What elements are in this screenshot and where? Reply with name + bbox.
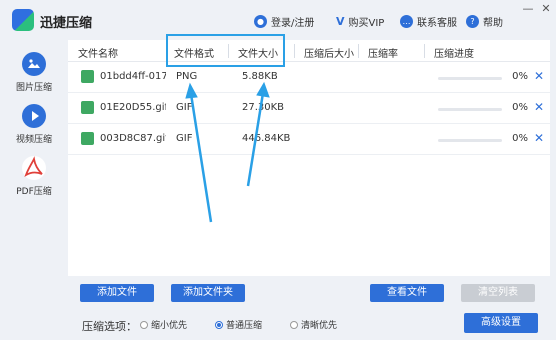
radio-indicator bbox=[140, 320, 148, 329]
radio-indicator bbox=[290, 320, 298, 329]
radio-indicator bbox=[215, 320, 223, 329]
radio-clarity-first[interactable]: 清晰优先 bbox=[290, 318, 337, 331]
add-file-button[interactable]: 添加文件 bbox=[80, 284, 154, 302]
annotation-arrow bbox=[246, 92, 265, 187]
arrow-head bbox=[256, 81, 270, 98]
radio-label: 缩小优先 bbox=[151, 321, 188, 331]
advanced-settings-button[interactable]: 高级设置 bbox=[464, 313, 538, 333]
arrow-head bbox=[185, 82, 198, 99]
radio-normal-compress[interactable]: 普通压缩 bbox=[215, 318, 262, 331]
add-folder-button[interactable]: 添加文件夹 bbox=[171, 284, 245, 302]
view-file-button[interactable]: 查看文件 bbox=[370, 284, 444, 302]
clear-list-button[interactable]: 清空列表 bbox=[461, 284, 535, 302]
radio-shrink-first[interactable]: 缩小优先 bbox=[140, 318, 187, 331]
radio-label: 清晰优先 bbox=[301, 321, 338, 331]
annotation-arrow bbox=[189, 93, 213, 223]
radio-label: 普通压缩 bbox=[226, 321, 263, 331]
compression-options-label: 压缩选项： bbox=[82, 320, 137, 333]
